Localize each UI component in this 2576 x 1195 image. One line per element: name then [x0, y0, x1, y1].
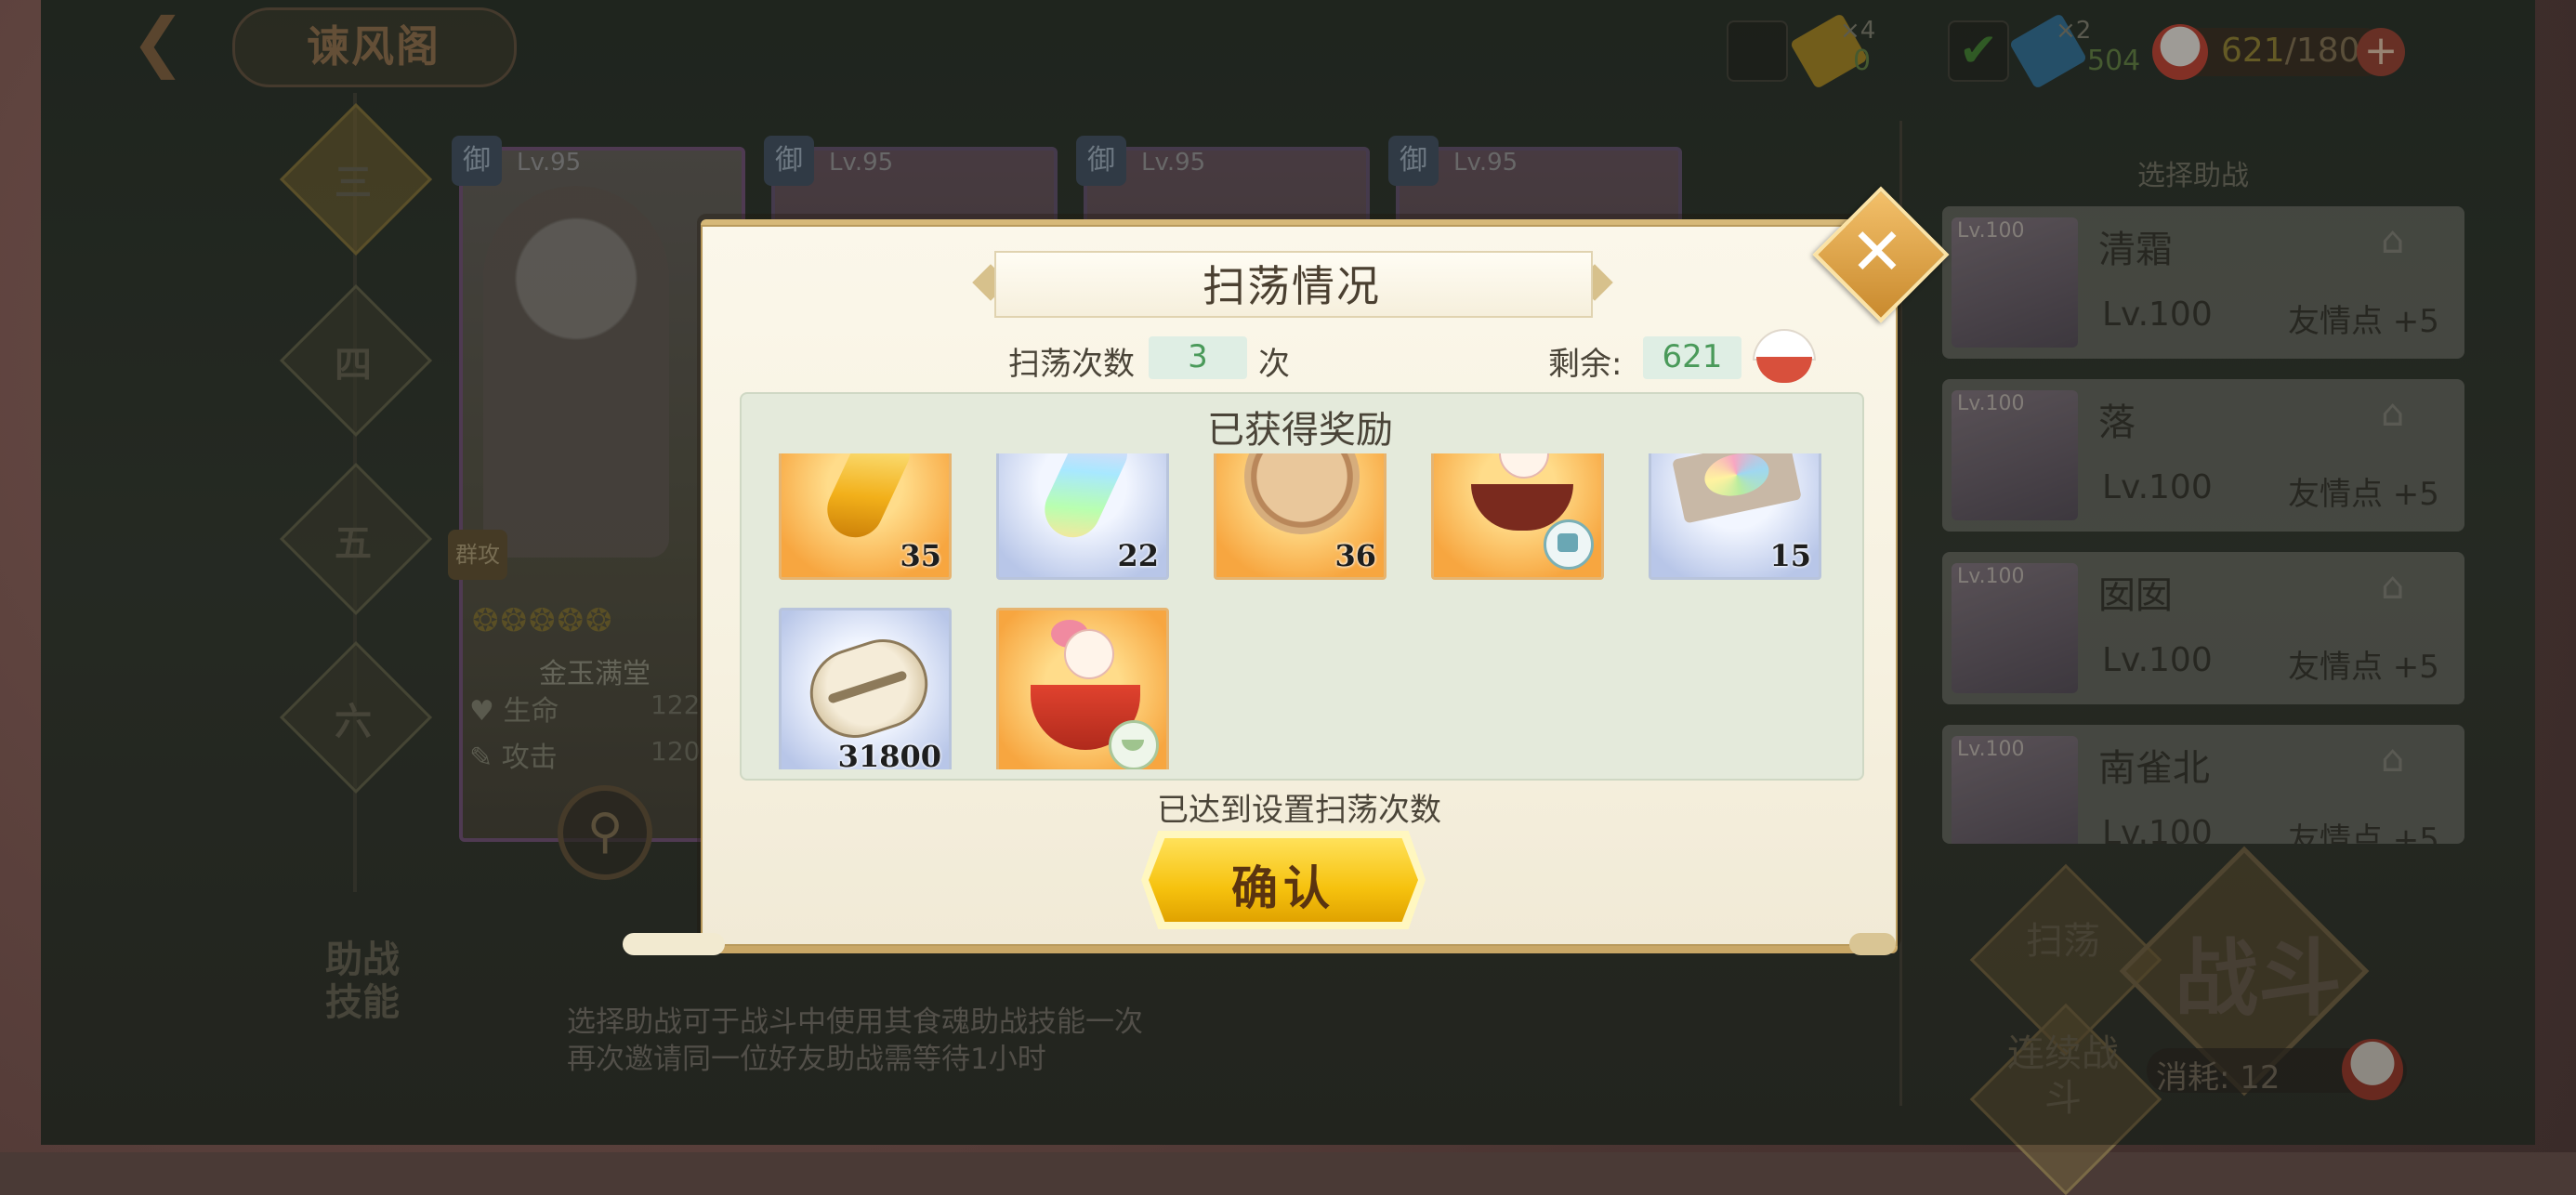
reward-qty: 31800 — [837, 739, 941, 769]
reward-item[interactable] — [996, 608, 1169, 769]
rewards-title: 已获得奖励 — [1207, 409, 1393, 452]
reward-item[interactable]: 15 — [1649, 453, 1821, 580]
reward-qty: 35 — [900, 538, 941, 573]
bowl-body — [1756, 357, 1812, 383]
doll-head — [1499, 453, 1549, 479]
rainbow-crystal-icon — [1035, 453, 1134, 547]
reward-qty: 36 — [1334, 538, 1376, 573]
rice-bowl-icon — [1753, 329, 1816, 383]
confirm-label: 确认 — [1231, 860, 1335, 915]
reward-qty: 22 — [1117, 538, 1159, 573]
reward-item[interactable]: 35 — [779, 453, 952, 580]
sweep-count-value: 3 — [1188, 338, 1208, 375]
remaining-label: 剩余: — [1548, 346, 1623, 383]
reward-item[interactable]: 36 — [1214, 453, 1387, 580]
reward-item[interactable]: 22 — [996, 453, 1169, 580]
rainbow-cake-icon — [1672, 453, 1802, 524]
reward-item[interactable] — [1431, 453, 1604, 580]
sweep-status: 已达到设置扫荡次数 — [1157, 792, 1441, 829]
reward-item[interactable]: 31800 — [779, 608, 952, 769]
sweep-count-label: 扫荡次数 — [1008, 346, 1135, 383]
sweep-count-unit: 次 — [1258, 346, 1290, 383]
gold-crystal-icon — [818, 453, 916, 547]
rice-top — [1753, 329, 1816, 361]
tea-badge-icon — [1109, 720, 1159, 769]
rewards-list[interactable]: 35 22 36 15 31800 — [762, 453, 1840, 769]
doll-head — [1064, 629, 1114, 679]
fragment-badge-icon — [1544, 519, 1594, 570]
remaining-value: 621 — [1662, 338, 1723, 375]
dialog-ornament — [623, 933, 725, 955]
close-icon[interactable]: ✕ — [1833, 210, 1922, 294]
reward-qty: 15 — [1769, 538, 1811, 573]
shell-icon — [798, 627, 940, 750]
coin-icon — [1244, 453, 1360, 534]
dialog-ornament — [1849, 933, 1896, 955]
dialog-title: 扫荡情况 — [1203, 261, 1381, 311]
